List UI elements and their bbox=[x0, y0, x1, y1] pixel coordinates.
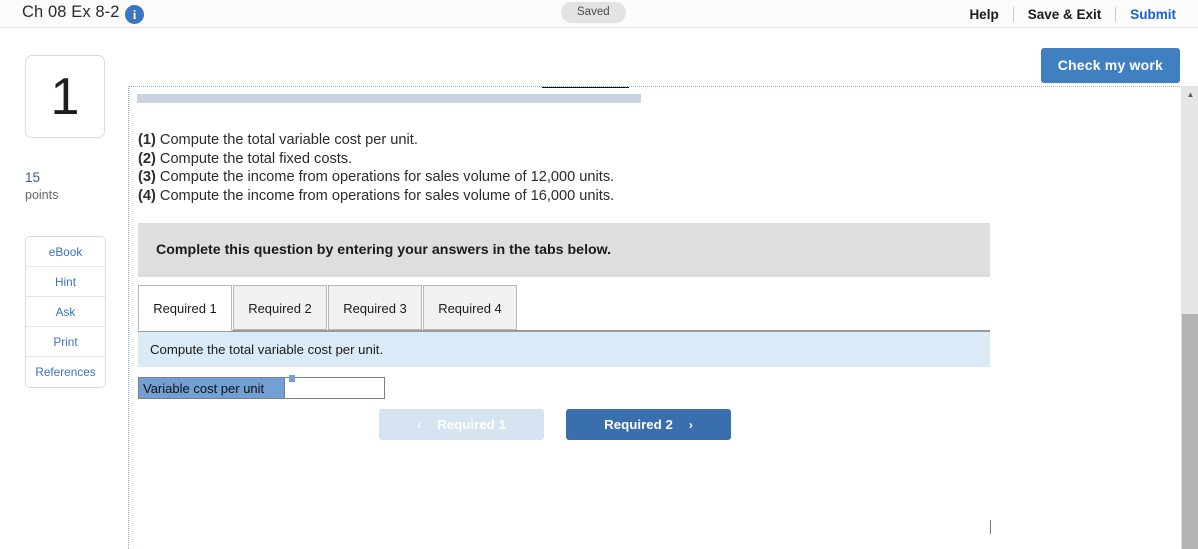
question-sidebar: 1 15 points eBook Hint Ask Print Referen… bbox=[0, 28, 128, 549]
requirement-line-2: (2) Compute the total fixed costs. bbox=[138, 150, 614, 169]
status-badge-saved: Saved bbox=[561, 2, 626, 23]
resource-button-group: eBook Hint Ask Print References bbox=[25, 236, 106, 388]
sidebar-item-ask[interactable]: Ask bbox=[26, 297, 105, 327]
tab-required-4[interactable]: Required 4 bbox=[423, 285, 517, 330]
complete-instruction-text: Complete this question by entering your … bbox=[156, 242, 612, 258]
submit-link[interactable]: Submit bbox=[1116, 7, 1182, 22]
variable-cost-per-unit-input[interactable] bbox=[285, 377, 385, 399]
requirement-number-4: (4) bbox=[138, 187, 156, 204]
complete-instruction-box: Complete this question by entering your … bbox=[138, 223, 990, 277]
requirement-text-1: Compute the total variable cost per unit… bbox=[159, 132, 418, 148]
requirement-text-3: Compute the income from operations for s… bbox=[159, 169, 615, 186]
question-number-box: 1 bbox=[25, 55, 105, 138]
next-requirement-label: Required 2 bbox=[604, 417, 673, 432]
cell-corner-marker bbox=[289, 375, 295, 382]
scrollbar-thumb[interactable] bbox=[1182, 314, 1198, 549]
points-value: 15 bbox=[25, 170, 41, 185]
requirement-tabs: Required 1 Required 2 Required 3 Require… bbox=[138, 285, 990, 332]
panel-bottom-tick bbox=[990, 520, 991, 534]
requirement-line-3: (3) Compute the income from operations f… bbox=[138, 168, 614, 187]
requirement-navigation: ‹ Required 1 Required 2 › bbox=[379, 409, 731, 440]
sidebar-item-hint[interactable]: Hint bbox=[26, 267, 105, 297]
clipped-rule-above bbox=[542, 87, 629, 88]
sidebar-item-print[interactable]: Print bbox=[26, 327, 105, 357]
requirement-line-1: (1) Compute the total variable cost per … bbox=[138, 131, 614, 150]
page-title: Ch 08 Ex 8-2 bbox=[22, 3, 120, 21]
sidebar-item-references[interactable]: References bbox=[26, 357, 105, 387]
chevron-right-icon: › bbox=[688, 417, 693, 432]
vertical-scrollbar[interactable]: ▲ bbox=[1181, 86, 1198, 549]
active-requirement-prompt: Compute the total variable cost per unit… bbox=[138, 332, 990, 367]
app-header: Ch 08 Ex 8-2 i Saved Help Save & Exit Su… bbox=[0, 0, 1198, 28]
info-icon[interactable]: i bbox=[125, 5, 144, 24]
clipped-gray-bar bbox=[137, 94, 641, 103]
tab-required-1[interactable]: Required 1 bbox=[138, 285, 232, 331]
save-and-exit-link[interactable]: Save & Exit bbox=[1014, 7, 1116, 22]
points-label: points bbox=[25, 188, 59, 202]
requirement-number-2: (2) bbox=[138, 150, 156, 167]
sidebar-item-ebook[interactable]: eBook bbox=[26, 237, 105, 267]
previous-requirement-label: Required 1 bbox=[437, 417, 506, 432]
requirement-number-3: (3) bbox=[138, 169, 156, 186]
question-content-panel: (1) Compute the total variable cost per … bbox=[128, 86, 1188, 549]
requirement-line-4: (4) Compute the income from operations f… bbox=[138, 187, 614, 206]
requirement-number-1: (1) bbox=[138, 132, 156, 148]
active-requirement-prompt-text: Compute the total variable cost per unit… bbox=[150, 342, 384, 357]
next-requirement-button[interactable]: Required 2 › bbox=[566, 409, 731, 440]
answer-row-label: Variable cost per unit bbox=[138, 377, 285, 399]
tab-required-2[interactable]: Required 2 bbox=[233, 285, 327, 330]
chevron-left-icon: ‹ bbox=[417, 417, 422, 432]
scroll-up-arrow-icon[interactable]: ▲ bbox=[1182, 86, 1198, 103]
previous-requirement-button[interactable]: ‹ Required 1 bbox=[379, 409, 544, 440]
requirement-text-4: Compute the income from operations for s… bbox=[159, 187, 615, 204]
header-links: Help Save & Exit Submit bbox=[955, 0, 1182, 28]
check-my-work-button[interactable]: Check my work bbox=[1040, 48, 1180, 83]
requirement-text-2: Compute the total fixed costs. bbox=[159, 150, 353, 167]
question-requirements-list: (1) Compute the total variable cost per … bbox=[138, 131, 614, 205]
question-number: 1 bbox=[50, 67, 80, 126]
help-link[interactable]: Help bbox=[955, 7, 1012, 22]
answer-entry-row: Variable cost per unit bbox=[138, 375, 385, 399]
tab-required-3[interactable]: Required 3 bbox=[328, 285, 422, 330]
